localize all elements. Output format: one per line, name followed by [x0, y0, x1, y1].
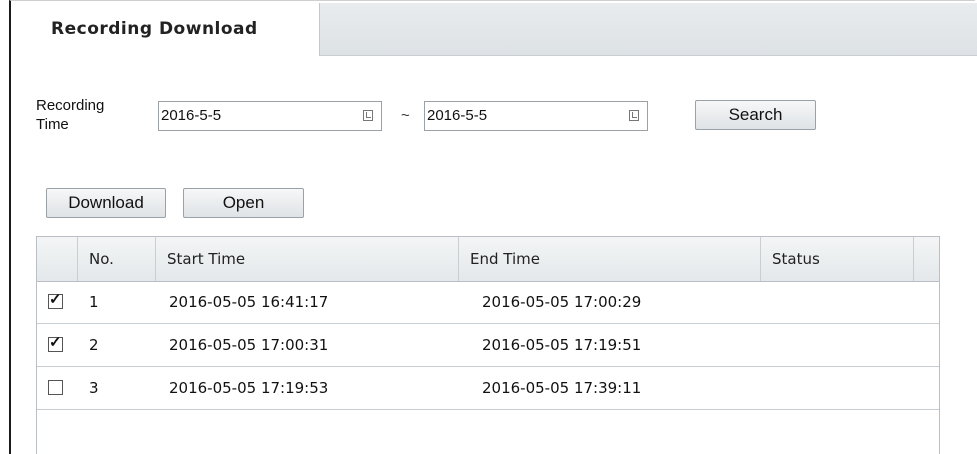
header-start-time: Start Time [155, 237, 458, 281]
recording-time-label: Recording Time [36, 96, 104, 134]
cell-end-time: 2016-05-05 17:00:29 [482, 293, 642, 311]
recording-time-label-line1: Recording [36, 97, 105, 114]
cell-end-time: 2016-05-05 17:39:11 [482, 379, 642, 397]
recording-time-label-line2: Time [36, 116, 69, 133]
search-button[interactable]: Search [695, 100, 816, 130]
recordings-table: No. Start Time End Time Status 1 2016-05… [36, 236, 940, 454]
header-select-column [37, 237, 77, 281]
cell-start-time: 2016-05-05 17:00:31 [169, 336, 329, 354]
table-row[interactable]: 2 2016-05-05 17:00:31 2016-05-05 17:19:5… [37, 324, 939, 367]
cell-end-time: 2016-05-05 17:19:51 [482, 336, 642, 354]
row-checkbox[interactable] [48, 334, 63, 352]
open-button[interactable]: Open [183, 188, 304, 218]
tab-label: Recording Download [51, 19, 258, 39]
end-date-field[interactable] [424, 101, 648, 131]
cell-no: 3 [89, 379, 99, 397]
cell-no: 1 [89, 293, 99, 311]
row-checkbox[interactable] [48, 291, 63, 309]
start-date-input[interactable] [161, 104, 351, 126]
header-status: Status [760, 237, 913, 281]
date-range-separator: ~ [401, 107, 410, 124]
cell-start-time: 2016-05-05 16:41:17 [169, 293, 329, 311]
header-no: No. [77, 237, 155, 281]
table-header: No. Start Time End Time Status [37, 237, 939, 282]
header-end-time: End Time [458, 237, 760, 281]
cell-start-time: 2016-05-05 17:19:53 [169, 379, 329, 397]
row-checkbox[interactable] [48, 380, 63, 395]
header-spacer [913, 237, 940, 281]
end-date-input[interactable] [427, 104, 617, 126]
download-button[interactable]: Download [46, 188, 166, 218]
tab-recording-download[interactable]: Recording Download [11, 3, 320, 56]
calendar-icon[interactable] [363, 110, 373, 121]
calendar-icon[interactable] [629, 110, 639, 121]
table-row[interactable]: 3 2016-05-05 17:19:53 2016-05-05 17:39:1… [37, 367, 939, 410]
start-date-field[interactable] [158, 101, 382, 131]
cell-no: 2 [89, 336, 99, 354]
table-row[interactable]: 1 2016-05-05 16:41:17 2016-05-05 17:00:2… [37, 281, 939, 324]
